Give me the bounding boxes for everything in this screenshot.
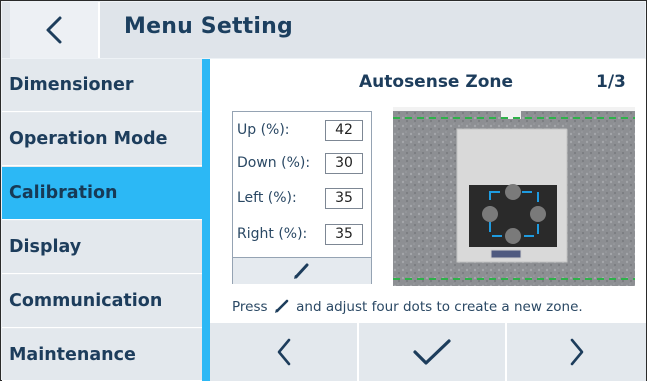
zone-dot-right[interactable] (530, 206, 546, 222)
sensor (490, 249, 522, 259)
sidebar-item-dimensioner[interactable]: Dimensioner (2, 59, 202, 112)
chevron-left-icon (277, 338, 290, 366)
checkmark-icon (413, 339, 451, 365)
param-row-up: Up (%): 42 (233, 118, 371, 144)
sidebar-item-calibration[interactable]: Calibration (2, 167, 202, 220)
pencil-icon (294, 263, 309, 279)
param-row-right: Right (%): 35 (233, 222, 371, 248)
param-label-up: Up (%): (237, 122, 290, 138)
down-percent-field[interactable]: 30 (325, 153, 363, 174)
header: Menu Setting (2, 2, 645, 58)
instruction-text-after: and adjust four dots to create a new zon… (296, 299, 583, 315)
sidebar-item-display[interactable]: Display (2, 221, 202, 274)
main-panel: Autosense Zone 1/3 Up (%): 42 Down (%): … (210, 59, 646, 323)
instruction-text-before: Press (232, 299, 268, 315)
zone-dot-left[interactable] (482, 206, 498, 222)
right-percent-field[interactable]: 35 (325, 224, 363, 245)
confirm-button[interactable] (359, 323, 505, 381)
chevron-right-icon (570, 338, 583, 366)
param-label-left: Left (%): (237, 190, 297, 206)
up-percent-field[interactable]: 42 (325, 120, 363, 141)
param-label-down: Down (%): (237, 155, 311, 171)
app-frame: Menu Setting Dimensioner Operation Mode … (0, 0, 647, 381)
previous-button[interactable] (210, 323, 357, 381)
param-label-right: Right (%): (237, 226, 308, 242)
back-button[interactable] (10, 2, 100, 58)
next-button[interactable] (507, 323, 646, 381)
instruction-text: Press and adjust four dots to create a n… (232, 299, 583, 315)
pencil-icon (274, 299, 289, 313)
section-title: Autosense Zone (359, 72, 514, 92)
page-title: Menu Setting (124, 14, 293, 39)
active-indicator-bar (202, 59, 210, 381)
param-row-left: Left (%): 35 (233, 186, 371, 212)
sidebar-item-communication[interactable]: Communication (2, 275, 202, 328)
left-percent-field[interactable]: 35 (325, 188, 363, 209)
chevron-left-icon (46, 16, 62, 44)
sidebar-item-operation-mode[interactable]: Operation Mode (2, 113, 202, 166)
sidebar-item-maintenance[interactable]: Maintenance (2, 329, 202, 381)
zone-dot-bottom[interactable] (505, 228, 521, 244)
zone-dot-top[interactable] (505, 184, 521, 200)
zone-params-panel: Up (%): 42 Down (%): 30 Left (%): 35 Rig… (232, 111, 372, 284)
edit-zone-button[interactable] (233, 257, 371, 284)
camera-preview (393, 107, 635, 286)
page-indicator: 1/3 (596, 72, 626, 92)
bottom-nav-bar (210, 323, 646, 381)
param-row-down: Down (%): 30 (233, 151, 371, 177)
sidebar: Dimensioner Operation Mode Calibration D… (2, 59, 202, 381)
